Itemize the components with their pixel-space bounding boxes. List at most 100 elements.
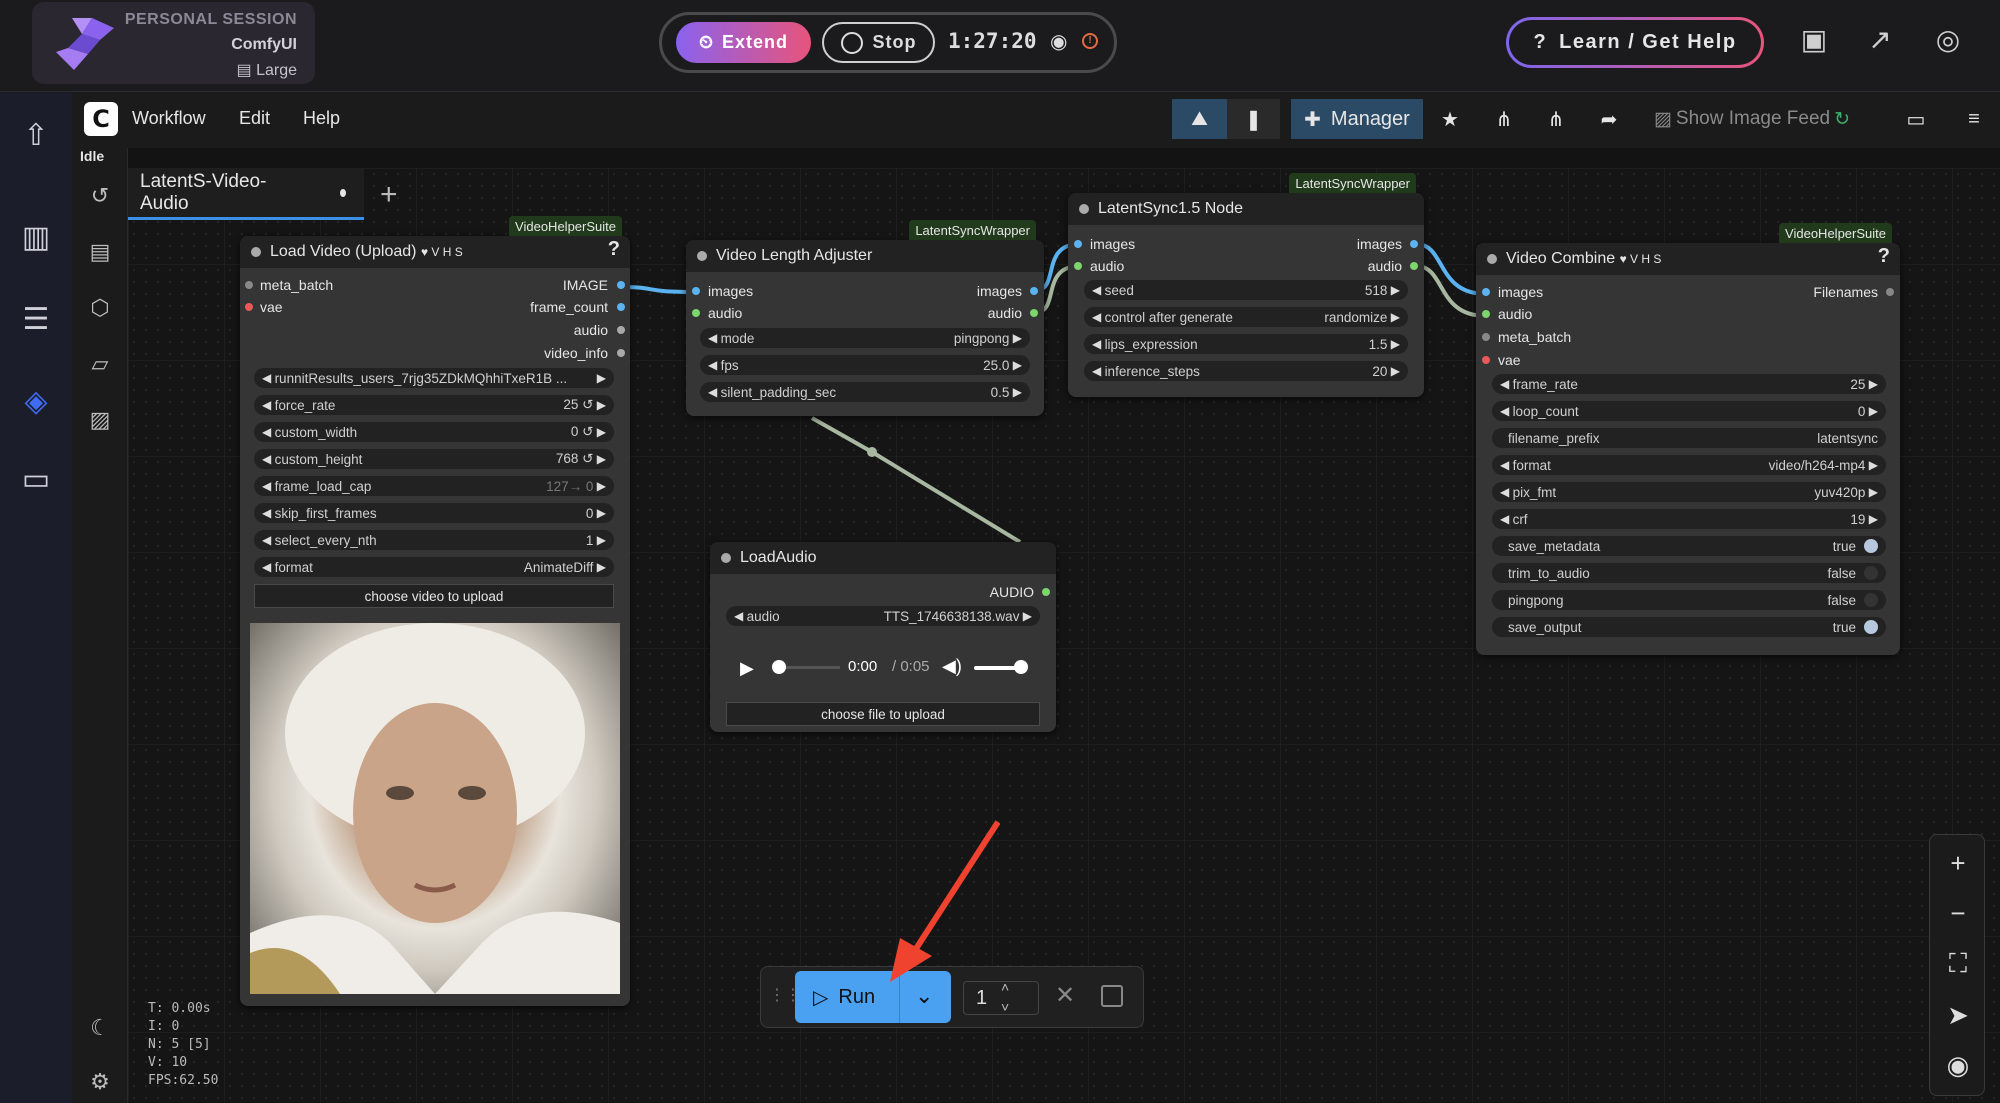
help-icon[interactable]: ? bbox=[1878, 245, 1890, 268]
bookmark-icon[interactable]: ❚ bbox=[1227, 99, 1280, 139]
stop-queue-icon[interactable] bbox=[1101, 985, 1123, 1007]
widget-format[interactable]: ◀ format video/h264-mp4 ▶ bbox=[1492, 455, 1886, 475]
warning-icon[interactable]: ! bbox=[1082, 33, 1098, 49]
image-icon[interactable]: ▨ bbox=[86, 406, 114, 434]
play-icon[interactable]: ▶ bbox=[740, 658, 760, 678]
node-video-combine[interactable]: VideoHelperSuite Video Combine ♥ V H S ?… bbox=[1476, 223, 1900, 655]
widget-lips-expression[interactable]: ◀ lips_expression 1.5 ▶ bbox=[1084, 334, 1408, 354]
cancel-icon[interactable]: ✕ bbox=[1055, 981, 1075, 1010]
widget-filename-prefix[interactable]: filename_prefix latentsync bbox=[1492, 428, 1886, 448]
node-title[interactable]: Load Video (Upload) ♥ V H S bbox=[240, 236, 630, 268]
widget-control-after-generate[interactable]: ◀ control after generate randomize ▶ bbox=[1084, 307, 1408, 327]
history-icon[interactable]: ↺ bbox=[86, 182, 114, 210]
output-dot[interactable] bbox=[1886, 288, 1894, 296]
widget-custom-width[interactable]: ◀ custom_width 0 ↺ ▶ bbox=[254, 422, 614, 442]
input-dot[interactable] bbox=[1482, 333, 1490, 341]
output-dot[interactable] bbox=[617, 303, 625, 311]
tab-workflow[interactable]: LatentS-Video-Audio bbox=[128, 168, 364, 220]
node-title[interactable]: LatentSync1.5 Node bbox=[1068, 193, 1424, 225]
manager-button[interactable]: ✚ Manager bbox=[1291, 99, 1423, 139]
input-dot[interactable] bbox=[1482, 356, 1490, 364]
account-icon[interactable]: ◎ bbox=[1930, 22, 1966, 58]
node-latentsync[interactable]: LatentSyncWrapper LatentSync1.5 Node ima… bbox=[1068, 173, 1424, 397]
widget-select-every-nth[interactable]: ◀ select_every_nth 1 ▶ bbox=[254, 530, 614, 550]
widget-seed[interactable]: ◀ seed 518 ▶ bbox=[1084, 280, 1408, 300]
extend-button[interactable]: ⏲ Extend bbox=[676, 22, 811, 63]
navigate-icon[interactable]: ➤ bbox=[1940, 997, 1976, 1033]
toggle-save-output[interactable]: save_output true bbox=[1492, 617, 1886, 637]
toggle-pingpong[interactable]: pingpong false bbox=[1492, 590, 1886, 610]
model2-icon[interactable]: ⋔ bbox=[1533, 99, 1579, 139]
gallery-icon[interactable]: ▣ bbox=[1796, 22, 1832, 58]
node-title[interactable]: Video Combine ♥ V H S bbox=[1476, 243, 1900, 275]
widget-frame-load-cap[interactable]: ◀ frame_load_cap 127→ 0 ▶ bbox=[254, 476, 614, 496]
zoom-in-icon[interactable]: + bbox=[1940, 845, 1976, 881]
input-dot[interactable] bbox=[692, 287, 700, 295]
eye-icon[interactable]: ◉ bbox=[1050, 29, 1067, 54]
menu-edit[interactable]: Edit bbox=[239, 108, 270, 129]
input-dot[interactable] bbox=[1482, 288, 1490, 296]
widget-fps[interactable]: ◀ fps 25.0 ▶ bbox=[700, 355, 1030, 375]
widget-frame-rate[interactable]: ◀ frame_rate 25 ▶ bbox=[1492, 374, 1886, 394]
input-dot[interactable] bbox=[245, 281, 253, 289]
output-dot[interactable] bbox=[1410, 240, 1418, 248]
output-dot[interactable] bbox=[1410, 262, 1418, 270]
book-icon[interactable]: ▥ bbox=[16, 218, 56, 258]
widget-pix-fmt[interactable]: ◀ pix_fmt yuv420p ▶ bbox=[1492, 482, 1886, 502]
model-icon[interactable]: ⋔ bbox=[1481, 99, 1527, 139]
node-video-length-adjuster[interactable]: LatentSyncWrapper Video Length Adjuster … bbox=[686, 220, 1044, 416]
widget-inference-steps[interactable]: ◀ inference_steps 20 ▶ bbox=[1084, 361, 1408, 381]
panel-toggle-icon[interactable]: ▭ bbox=[1896, 99, 1936, 139]
image-feed-button[interactable]: ▨ Show Image Feed ↻ bbox=[1648, 99, 1856, 139]
stop-button[interactable]: Stop bbox=[822, 22, 935, 63]
hamburger-icon[interactable]: ≡ bbox=[1954, 99, 1994, 139]
widget-silent-padding[interactable]: ◀ silent_padding_sec 0.5 ▶ bbox=[700, 382, 1030, 402]
node-library-icon[interactable]: ⛰ bbox=[1172, 99, 1227, 139]
input-dot[interactable] bbox=[245, 303, 253, 311]
choose-video-button[interactable]: choose video to upload bbox=[254, 584, 614, 608]
star-icon[interactable]: ★ bbox=[1427, 99, 1473, 139]
node-title[interactable]: LoadAudio bbox=[710, 542, 1056, 574]
node-load-video[interactable]: VideoHelperSuite Load Video (Upload) ♥ V… bbox=[240, 216, 630, 1006]
seek-track[interactable] bbox=[786, 666, 840, 669]
upload-icon[interactable]: ⇧ bbox=[16, 116, 56, 156]
video-file-widget[interactable]: ◀ runnitResults_users_7rjg35ZDkMQhhiTxeR… bbox=[254, 368, 614, 388]
widget-format[interactable]: ◀ format AnimateDiff ▶ bbox=[254, 557, 614, 577]
input-dot[interactable] bbox=[692, 309, 700, 317]
theme-moon-icon[interactable]: ☾ bbox=[86, 1014, 114, 1042]
toggle-save-metadata[interactable]: save_metadata true bbox=[1492, 536, 1886, 556]
widget-force-rate[interactable]: ◀ force_rate 25 ↺ ▶ bbox=[254, 395, 614, 415]
output-dot[interactable] bbox=[1030, 309, 1038, 317]
widget-skip-first-frames[interactable]: ◀ skip_first_frames 0 ▶ bbox=[254, 503, 614, 523]
fit-view-icon[interactable]: ⛶ bbox=[1940, 945, 1976, 981]
add-tab-button[interactable]: + bbox=[380, 178, 398, 212]
widget-loop-count[interactable]: ◀ loop_count 0 ▶ bbox=[1492, 401, 1886, 421]
node-title[interactable]: Video Length Adjuster bbox=[686, 240, 1044, 272]
share-icon[interactable]: ➦ bbox=[1586, 99, 1632, 139]
output-dot[interactable] bbox=[617, 326, 625, 334]
input-dot[interactable] bbox=[1482, 310, 1490, 318]
widget-mode[interactable]: ◀ mode pingpong ▶ bbox=[700, 328, 1030, 348]
zoom-out-icon[interactable]: − bbox=[1940, 895, 1976, 931]
choose-file-button[interactable]: choose file to upload bbox=[726, 702, 1040, 726]
visibility-eye-icon[interactable]: ◉ bbox=[1940, 1047, 1976, 1083]
toggle-trim-to-audio[interactable]: trim_to_audio false bbox=[1492, 563, 1886, 583]
stepper-icon[interactable]: ˄ ˅ bbox=[1001, 977, 1009, 1017]
input-dot[interactable] bbox=[1074, 240, 1082, 248]
input-dot[interactable] bbox=[1074, 262, 1082, 270]
menu-help[interactable]: Help bbox=[303, 108, 340, 129]
output-dot[interactable] bbox=[1042, 588, 1050, 596]
seek-knob[interactable] bbox=[772, 660, 786, 674]
monitor-icon[interactable]: ▭ bbox=[16, 460, 56, 500]
external-link-icon[interactable]: ↗ bbox=[1862, 22, 1898, 58]
widget-audio-file[interactable]: ◀ audio TTS_1746638138.wav ▶ bbox=[726, 606, 1040, 626]
widget-custom-height[interactable]: ◀ custom_height 768 ↺ ▶ bbox=[254, 449, 614, 469]
server-icon[interactable]: ☰ bbox=[16, 300, 56, 340]
widget-crf[interactable]: ◀ crf 19 ▶ bbox=[1492, 509, 1886, 529]
menu-workflow[interactable]: Workflow bbox=[132, 108, 206, 129]
comfy-icon[interactable]: ◈ bbox=[16, 382, 56, 422]
output-dot[interactable] bbox=[1030, 287, 1038, 295]
output-dot[interactable] bbox=[617, 281, 625, 289]
learn-help-button[interactable]: ? Learn / Get Help bbox=[1506, 17, 1764, 68]
settings-icon[interactable]: ⚙ bbox=[86, 1068, 114, 1096]
